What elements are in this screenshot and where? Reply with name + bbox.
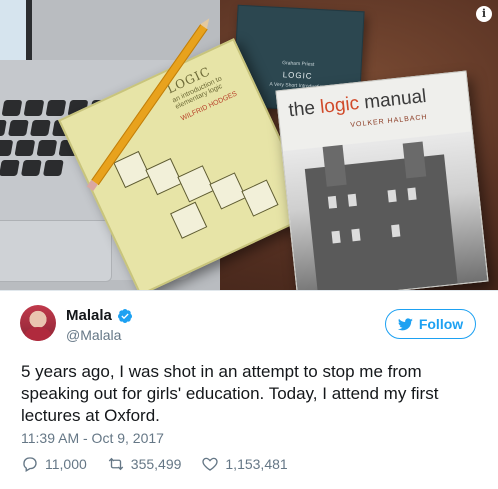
cube-illustration: [170, 201, 208, 239]
display-name[interactable]: Malala: [66, 307, 112, 324]
laptop-trackpad: [0, 220, 112, 282]
cube-illustration: [241, 179, 279, 217]
tweet-card: Graham Priest LOGIC A Very Short Introdu…: [0, 0, 498, 489]
retweet-count: 355,499: [130, 456, 182, 472]
heart-icon: [202, 457, 219, 471]
user-handle[interactable]: @Malala: [66, 327, 121, 343]
author-name-row[interactable]: Malala: [66, 307, 133, 324]
info-icon[interactable]: i: [476, 6, 492, 22]
like-action[interactable]: 1,153,481: [201, 455, 288, 473]
like-count: 1,153,481: [225, 456, 288, 472]
retweet-icon: [108, 457, 124, 471]
tweet-text: 5 years ago, I was shot in an attempt to…: [21, 362, 439, 425]
tweet-photo[interactable]: Graham Priest LOGIC A Very Short Introdu…: [0, 0, 498, 290]
follow-label: Follow: [418, 316, 464, 332]
twitter-bird-icon: [397, 317, 413, 330]
verified-badge-icon: [117, 308, 132, 323]
reply-action[interactable]: 11,000: [21, 455, 87, 473]
reply-icon: [23, 457, 37, 472]
tweet-timestamp[interactable]: 11:39 AM - Oct 9, 2017: [21, 430, 164, 446]
follow-button[interactable]: Follow: [385, 309, 476, 339]
reply-count: 11,000: [45, 456, 87, 472]
avatar[interactable]: [20, 305, 56, 341]
divider: [0, 290, 498, 291]
book-the-logic-manual: the logic manual VOLKER HALBACH: [275, 70, 489, 290]
manual-cover-photo: [282, 131, 488, 290]
tweet-actions: 11,000 355,499 1,153,481: [21, 455, 308, 473]
manual-author: VOLKER HALBACH: [350, 113, 428, 129]
retweet-action[interactable]: 355,499: [107, 455, 182, 473]
